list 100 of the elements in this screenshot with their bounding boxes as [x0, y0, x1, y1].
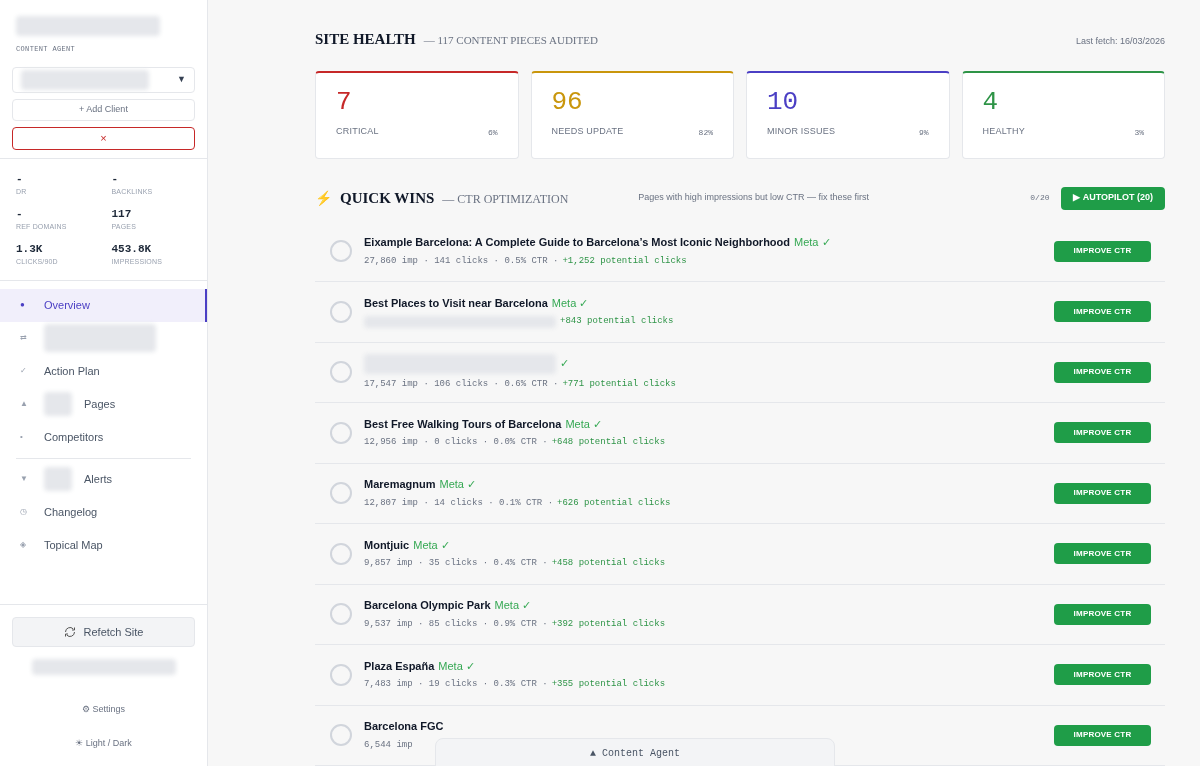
nav-item[interactable]: ◷ Changelog: [0, 495, 207, 529]
potential-clicks: +626 potential clicks: [557, 496, 671, 510]
nav-item[interactable]: ◈ Topical Map: [0, 528, 207, 562]
page-stats: 27,860 imp · 141 clicks · 0.5% CTR ·: [364, 254, 559, 268]
page-title: Maremagnum: [364, 477, 436, 493]
improve-ctr-button[interactable]: IMPROVE CTR: [1054, 664, 1151, 686]
page-stats: 12,807 imp · 14 clicks · 0.1% CTR ·: [364, 496, 554, 510]
nav-label: Pages: [84, 396, 116, 412]
page-title: Best Free Walking Tours of Barcelona: [364, 416, 562, 432]
nav-label: Competitors: [44, 429, 104, 445]
nav-icon: ◷: [20, 506, 32, 518]
potential-clicks: +458 potential clicks: [551, 557, 666, 571]
card-label: NEEDS UPDATE: [551, 125, 624, 138]
card-label: CRITICAL: [336, 125, 379, 138]
improve-ctr-button[interactable]: IMPROVE CTR: [1054, 422, 1151, 444]
stat-value: 1.3K: [16, 241, 44, 257]
page-stats: 9,537 imp · 85 clicks · 0.9% CTR ·: [364, 617, 548, 631]
nav-item[interactable]: • Competitors: [0, 420, 207, 454]
stat-value: -: [16, 206, 24, 222]
improve-ctr-button[interactable]: IMPROVE CTR: [1054, 240, 1151, 262]
improve-ctr-button[interactable]: IMPROVE CTR: [1054, 603, 1151, 625]
card-percent: 6%: [487, 126, 498, 139]
improve-ctr-button[interactable]: IMPROVE CTR: [1054, 301, 1151, 323]
card-value: 7: [336, 88, 353, 115]
potential-clicks: +355 potential clicks: [551, 678, 666, 692]
meta-tag: ✓: [560, 355, 569, 372]
add-client-button[interactable]: + Add Client: [12, 98, 195, 121]
nav-icon: ▲: [20, 398, 32, 410]
page-stats: 9,857 imp · 35 clicks · 0.4% CTR ·: [364, 557, 548, 571]
nav-item[interactable]: ▼ Alerts: [0, 462, 207, 496]
card-percent: 9%: [918, 126, 929, 139]
meta-tag: Meta ✓: [494, 597, 532, 614]
page-title: Barcelona FGC: [364, 719, 444, 735]
last-fetch: Last fetch: 16/03/2026: [1075, 35, 1165, 48]
potential-clicks: +648 potential clicks: [551, 436, 666, 450]
card-value: 10: [767, 88, 800, 115]
nav-icon: ▼: [20, 473, 32, 485]
section-title: QUICK WINS: [340, 188, 435, 208]
page-stats: 17,547 imp · 106 clicks · 0.6% CTR ·: [364, 377, 559, 391]
section-title: SITE HEALTH: [315, 30, 416, 49]
nav-label: Topical Map: [44, 537, 103, 553]
meta-tag: Meta ✓: [439, 476, 477, 493]
nav-label: Overview: [44, 297, 90, 313]
potential-clicks: +1,252 potential clicks: [562, 254, 687, 268]
nav-icon: ✓: [20, 365, 32, 377]
autopilot-button[interactable]: ▶ AUTOPILOT (20): [1061, 186, 1165, 210]
page-title: Barcelona Olympic Park: [364, 598, 491, 614]
page-stats: 7,483 imp · 19 clicks · 0.3% CTR ·: [364, 678, 548, 692]
stat-value: 453.8K: [111, 241, 153, 257]
improve-ctr-button[interactable]: IMPROVE CTR: [1054, 724, 1151, 746]
stat-value: 117: [111, 206, 133, 222]
page-title: Best Places to Visit near Barcelona: [364, 295, 548, 311]
theme-toggle[interactable]: ☀ Light / Dark: [75, 736, 132, 750]
nav-icon: ⇄: [20, 332, 32, 344]
nav-item[interactable]: ● Overview: [0, 288, 207, 322]
section-description: Pages with high impressions but low CTR — fix these first: [638, 191, 869, 205]
lightning-icon: ⚡: [315, 187, 332, 209]
settings-link[interactable]: ⚙ Settings: [82, 703, 125, 717]
stat-value: -: [111, 171, 120, 187]
refetch-button[interactable]: Refetch Site: [12, 617, 195, 647]
card-label: MINOR ISSUES: [767, 125, 836, 138]
potential-clicks: +843 potential clicks: [560, 315, 674, 329]
improve-ctr-button[interactable]: IMPROVE CTR: [1054, 543, 1151, 565]
meta-tag: Meta ✓: [413, 536, 450, 554]
client-select[interactable]: ▼: [12, 66, 195, 93]
section-subtitle: — CTR OPTIMIZATION: [442, 190, 569, 208]
card-label: HEALTHY: [982, 125, 1025, 138]
nav-item[interactable]: ✓ Action Plan: [0, 354, 207, 388]
page-title: Eixample Barcelona: A Complete Guide to Barcelona’s Most Iconic Neighborhood: [364, 235, 790, 251]
meta-tag: Meta ✓: [565, 415, 602, 433]
progress-count: 0/20: [1030, 192, 1050, 204]
blurred-block: [44, 392, 72, 416]
nav-icon: ●: [20, 299, 32, 311]
page-title: Montjuic: [364, 537, 410, 553]
card-percent: 82%: [698, 126, 713, 139]
card-value: 4: [982, 88, 1000, 115]
card-percent: 3%: [1134, 126, 1144, 139]
nav-label: Changelog: [44, 504, 98, 520]
agent-bar[interactable]: ▲ Content Agent: [435, 738, 835, 766]
improve-ctr-button[interactable]: IMPROVE CTR: [1054, 361, 1151, 383]
page-stats: 12,956 imp · 0 clicks · 0.0% CTR ·: [364, 436, 548, 450]
meta-tag: Meta ✓: [794, 234, 831, 251]
stat-value: -: [16, 171, 24, 187]
nav-icon: •: [20, 431, 32, 443]
meta-tag: Meta ✓: [438, 657, 475, 675]
blurred-block: [44, 467, 72, 491]
potential-clicks: +771 potential clicks: [562, 377, 676, 391]
refresh-icon: [63, 626, 76, 638]
section-subtitle: — 117 CONTENT PIECES AUDITED: [423, 33, 598, 48]
meta-tag: Meta ✓: [551, 294, 589, 312]
improve-ctr-button[interactable]: IMPROVE CTR: [1054, 482, 1151, 504]
card-value: 96: [551, 88, 584, 115]
page-stats: 6,544 imp: [364, 738, 413, 752]
nav-label: Alerts: [84, 471, 113, 487]
nav-icon: ◈: [20, 539, 32, 551]
nav-item[interactable]: ▲ Pages: [0, 387, 207, 421]
page-title: Plaza España: [364, 658, 435, 674]
nav-label: Action Plan: [44, 363, 100, 379]
remove-client-button[interactable]: ×: [12, 126, 195, 150]
caret-icon: ▼: [177, 72, 186, 87]
